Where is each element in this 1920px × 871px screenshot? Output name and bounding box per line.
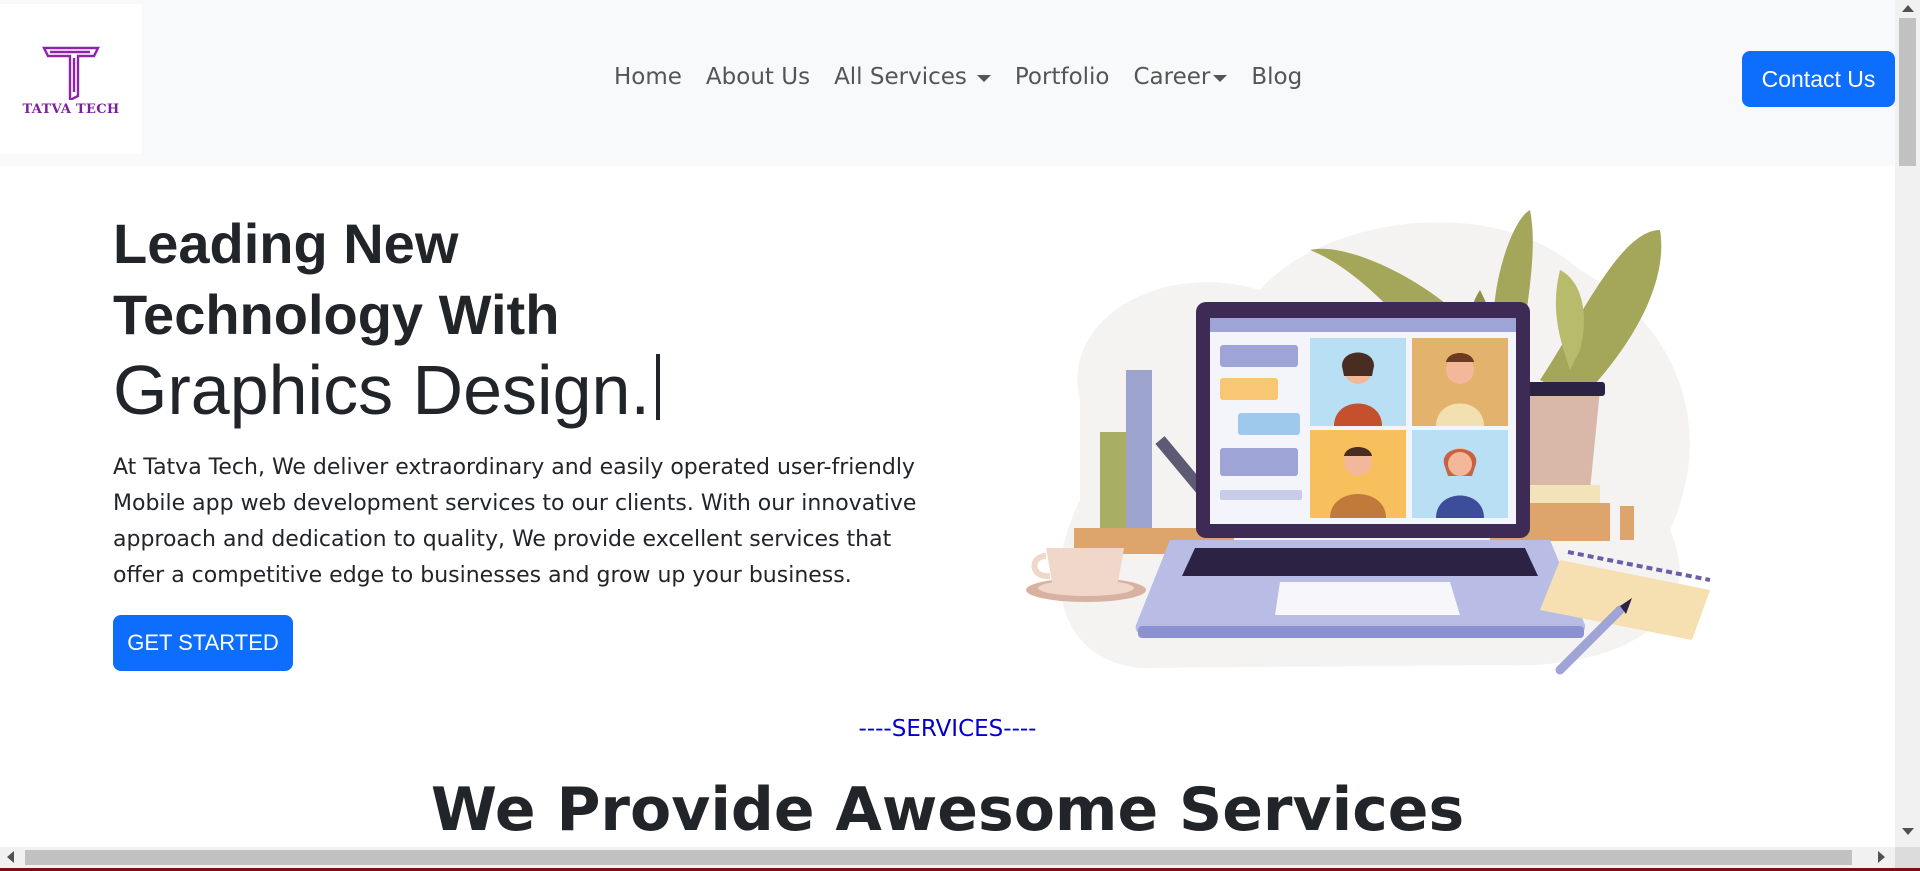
hero-title-line2: Technology With xyxy=(113,283,560,346)
nav-career-dropdown[interactable]: Career xyxy=(1134,64,1228,90)
page: TATVA TECH Home About Us All Services Po… xyxy=(0,0,1920,871)
hero-title: Leading New Technology With xyxy=(113,208,559,350)
nav-about-us[interactable]: About Us xyxy=(706,64,810,90)
nav-home[interactable]: Home xyxy=(614,64,682,90)
hero-description: At Tatva Tech, We deliver extraordinary … xyxy=(113,455,917,588)
scrollbar-corner xyxy=(1895,847,1920,868)
nav-all-services-dropdown[interactable]: All Services xyxy=(834,64,991,90)
nav-blog-label: Blog xyxy=(1251,64,1303,90)
scroll-left-icon[interactable] xyxy=(7,851,14,863)
horizontal-scroll-thumb[interactable] xyxy=(25,850,1852,865)
nav-about-label: About Us xyxy=(705,64,811,90)
laptop-video-call-illustration-icon xyxy=(1026,210,1711,675)
hero-typed-text: Graphics Design. xyxy=(113,350,660,430)
nav-career-label: Career xyxy=(1133,64,1211,90)
brand-name: TATVA TECH xyxy=(22,102,120,117)
vertical-scroll-thumb[interactable] xyxy=(1899,18,1916,166)
nav-all-services-label: All Services xyxy=(834,64,967,90)
tatva-t-logo-icon xyxy=(42,46,100,100)
nav-home-label: Home xyxy=(614,64,682,90)
caret-down-icon xyxy=(976,74,991,82)
services-tag: ----SERVICES---- xyxy=(858,716,1037,742)
navbar: TATVA TECH Home About Us All Services Po… xyxy=(0,0,1895,166)
brand-logo[interactable]: TATVA TECH xyxy=(0,4,142,154)
nav-blog[interactable]: Blog xyxy=(1251,64,1302,90)
get-started-button[interactable]: GET STARTED xyxy=(113,615,293,671)
nav-portfolio[interactable]: Portfolio xyxy=(1015,64,1110,90)
typed-text: Graphics Design. xyxy=(113,351,650,429)
hero-title-line1: Leading New xyxy=(113,212,459,275)
contact-us-button[interactable]: Contact Us xyxy=(1742,51,1895,107)
typing-cursor xyxy=(655,354,660,420)
caret-down-icon xyxy=(1213,74,1228,82)
nav-portfolio-label: Portfolio xyxy=(1014,64,1110,90)
scroll-down-icon[interactable] xyxy=(1902,828,1914,835)
services-heading: We Provide Awesome Services xyxy=(430,775,1465,845)
scroll-right-icon[interactable] xyxy=(1878,851,1885,863)
main-nav: Home About Us All Services Portfolio Car… xyxy=(614,64,1326,90)
horizontal-scrollbar[interactable] xyxy=(0,847,1895,868)
scroll-up-icon[interactable] xyxy=(1902,5,1914,12)
vertical-scrollbar[interactable] xyxy=(1895,0,1920,847)
